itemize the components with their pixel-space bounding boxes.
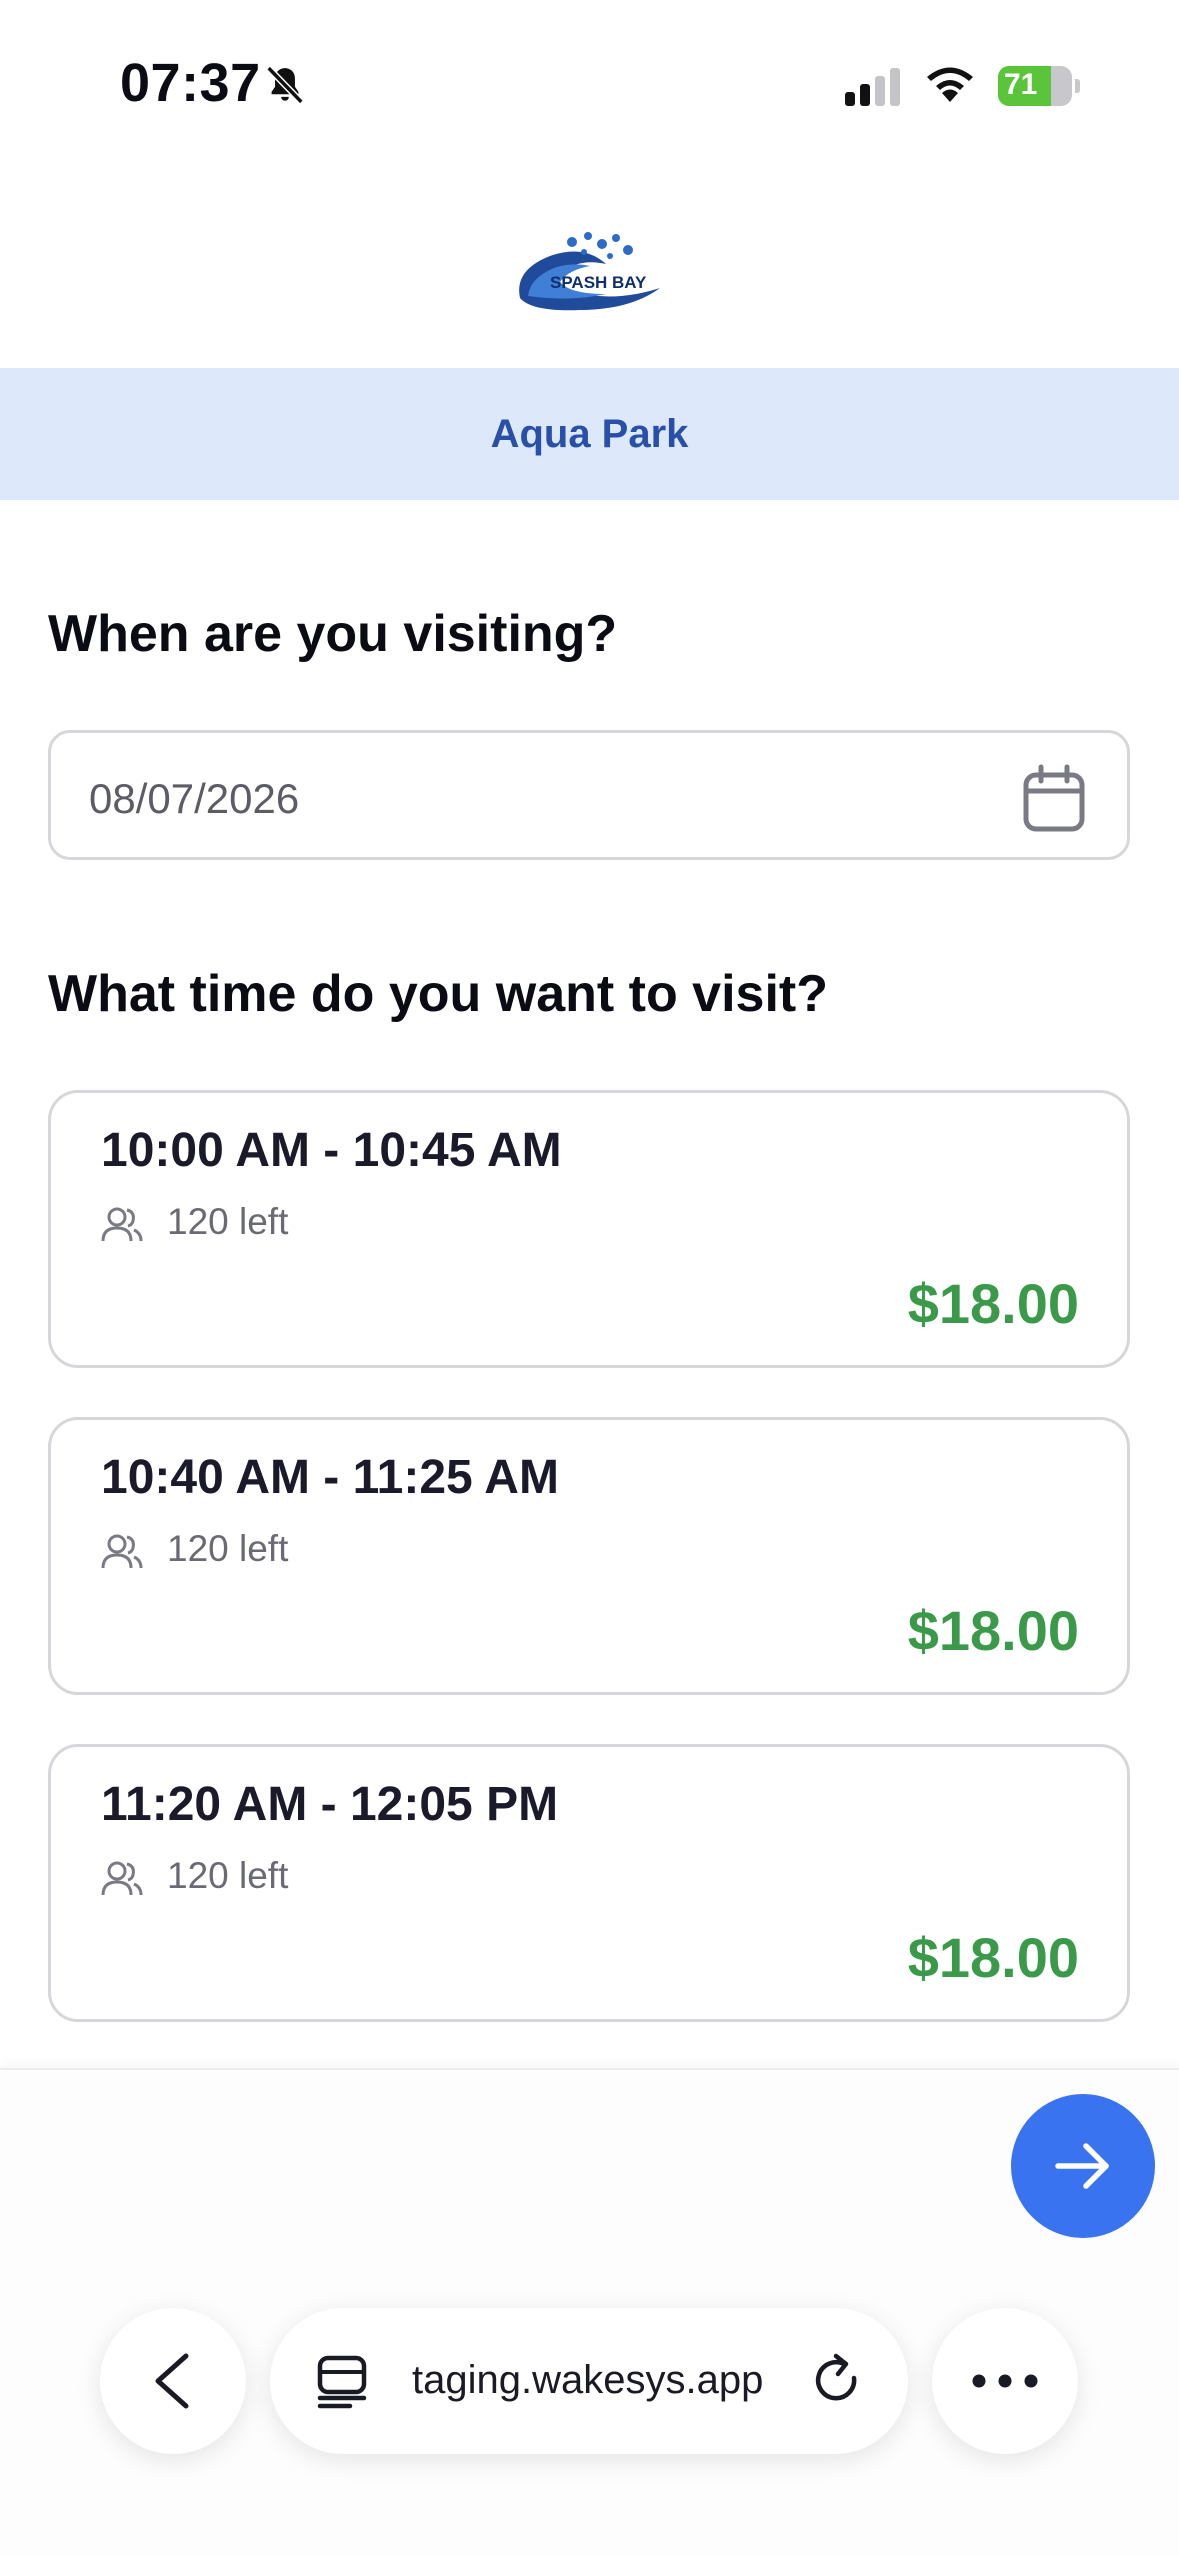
park-name: Aqua Park: [490, 411, 689, 456]
arrow-right-icon: [1055, 2143, 1109, 2189]
more-options-button[interactable]: [932, 2308, 1078, 2454]
wave-logo-graphic: SPASH BAY: [519, 232, 660, 311]
chevron-left-icon: [155, 2353, 189, 2409]
time-heading: What time do you want to visit?: [48, 965, 828, 1023]
slot-availability: 120 left: [167, 1528, 289, 1569]
slot-time: 11:20 AM - 12:05 PM: [101, 1778, 559, 1831]
bell-off-icon: [266, 65, 304, 105]
time-slot-card[interactable]: 11:20 AM - 12:05 PM 120 left $18.00: [48, 1744, 1130, 2022]
logo-text: SPASH BAY: [550, 273, 647, 292]
status-bar: 07:37 71: [0, 0, 1179, 170]
url-text: taging.wakesys.app: [412, 2358, 764, 2402]
people-icon: [101, 1207, 143, 1242]
people-icon: [101, 1534, 143, 1569]
slot-availability: 120 left: [167, 1201, 289, 1242]
cellular-signal-icon: [845, 68, 900, 106]
battery-icon: 71: [998, 66, 1082, 106]
slot-price: $18.00: [907, 1272, 1079, 1335]
time-slot-card[interactable]: 10:00 AM - 10:45 AM 120 left $18.00: [48, 1090, 1130, 1368]
slot-price: $18.00: [907, 1926, 1079, 1989]
browser-back-button[interactable]: [100, 2308, 246, 2454]
browser-toolbar: taging.wakesys.app: [0, 2300, 1179, 2460]
reload-icon[interactable]: [810, 2352, 866, 2408]
people-icon: [101, 1861, 143, 1896]
ellipsis-icon: [972, 2374, 1038, 2388]
date-heading: When are you visiting?: [48, 605, 618, 663]
tabs-icon[interactable]: [314, 2354, 370, 2410]
slot-price: $18.00: [907, 1599, 1079, 1662]
park-banner: Aqua Park: [0, 368, 1179, 500]
next-button[interactable]: [1011, 2094, 1155, 2238]
date-picker-field[interactable]: 08/07/2026: [48, 730, 1130, 860]
date-value: 08/07/2026: [89, 775, 300, 822]
wifi-icon: [927, 67, 973, 102]
status-time: 07:37: [120, 53, 261, 113]
brand-logo: SPASH BAY: [510, 228, 670, 312]
slot-time: 10:00 AM - 10:45 AM: [101, 1124, 562, 1177]
slot-availability: 120 left: [167, 1855, 289, 1896]
time-slot-card[interactable]: 10:40 AM - 11:25 AM 120 left $18.00: [48, 1417, 1130, 1695]
calendar-icon[interactable]: [1021, 763, 1087, 833]
battery-percent: 71: [1004, 68, 1038, 101]
address-bar[interactable]: taging.wakesys.app: [270, 2308, 908, 2454]
slot-time: 10:40 AM - 11:25 AM: [101, 1451, 559, 1504]
